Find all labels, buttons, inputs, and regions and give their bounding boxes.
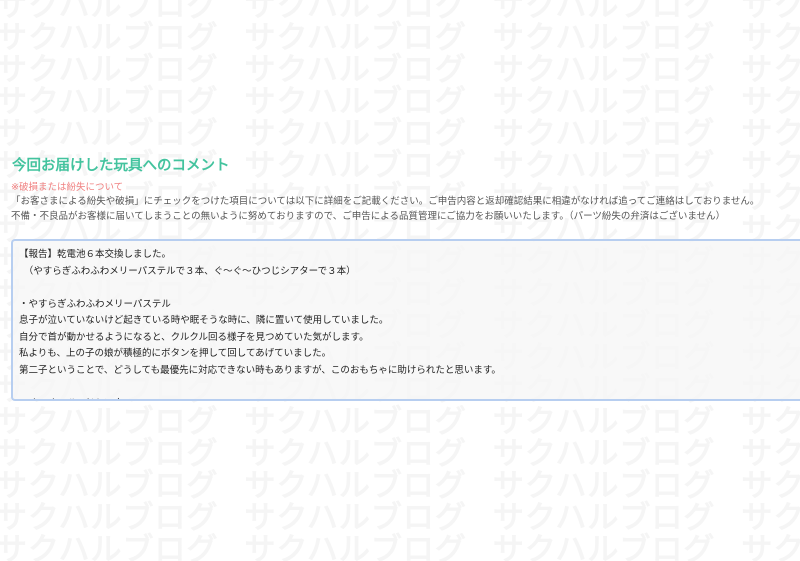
comment-section: 今回お届けした玩具へのコメント ※破損または紛失について 「お客さまによる紛失や… xyxy=(0,0,800,561)
comment-text: 【報告】乾電池６本交換しました。 （やすらぎふわふわメリーパステルで３本、ぐ〜ぐ… xyxy=(13,241,800,400)
comment-line xyxy=(19,280,800,297)
comment-line: 私よりも、上の子の娘が積極的にボタンを押して回してあげていました。 xyxy=(19,348,332,359)
comment-line: 第二子ということで、どうしても最優先に対応できない時もありますが、このおもちゃに… xyxy=(19,364,501,376)
comment-line: 息子が泣いていないけど起きている時や眠そうな時に、隣に置いて使用していました。 xyxy=(19,315,389,326)
comment-line: ・やすらぎふわふわメリーパステル xyxy=(19,298,171,310)
instruction-text-line-1: 「お客さまによる紛失や破損」にチェックをつけた項目については以下に詳細をご記載く… xyxy=(11,196,760,207)
comment-line: 自分で首が動かせるようになると、クルクル回る様子を見つめていた気がします。 xyxy=(19,331,369,343)
section-title: 今回お届けした玩具へのコメント xyxy=(12,158,230,174)
comment-line: ・ぐ〜ぐ〜ひつじシアター xyxy=(19,396,800,400)
page: サクハルブログサクハルブログサクハルブログサクハルブログサクハルブログサクハルブ… xyxy=(0,0,800,561)
comment-line: 【報告】乾電池６本交換しました。 xyxy=(19,249,172,260)
comment-line: （やすらぎふわふわメリーパステルで３本、ぐ〜ぐ〜ひつじシアターで３本） xyxy=(19,265,356,277)
comment-line xyxy=(19,379,800,396)
instruction-text-line-2: 不備・不良品がお客様に届いてしまうことの無いように努めておりますので、ご申告によ… xyxy=(11,211,726,222)
comment-textarea[interactable]: 【報告】乾電池６本交換しました。 （やすらぎふわふわメリーパステルで３本、ぐ〜ぐ… xyxy=(11,239,800,401)
damage-loss-note: ※破損または紛失について xyxy=(11,182,124,193)
